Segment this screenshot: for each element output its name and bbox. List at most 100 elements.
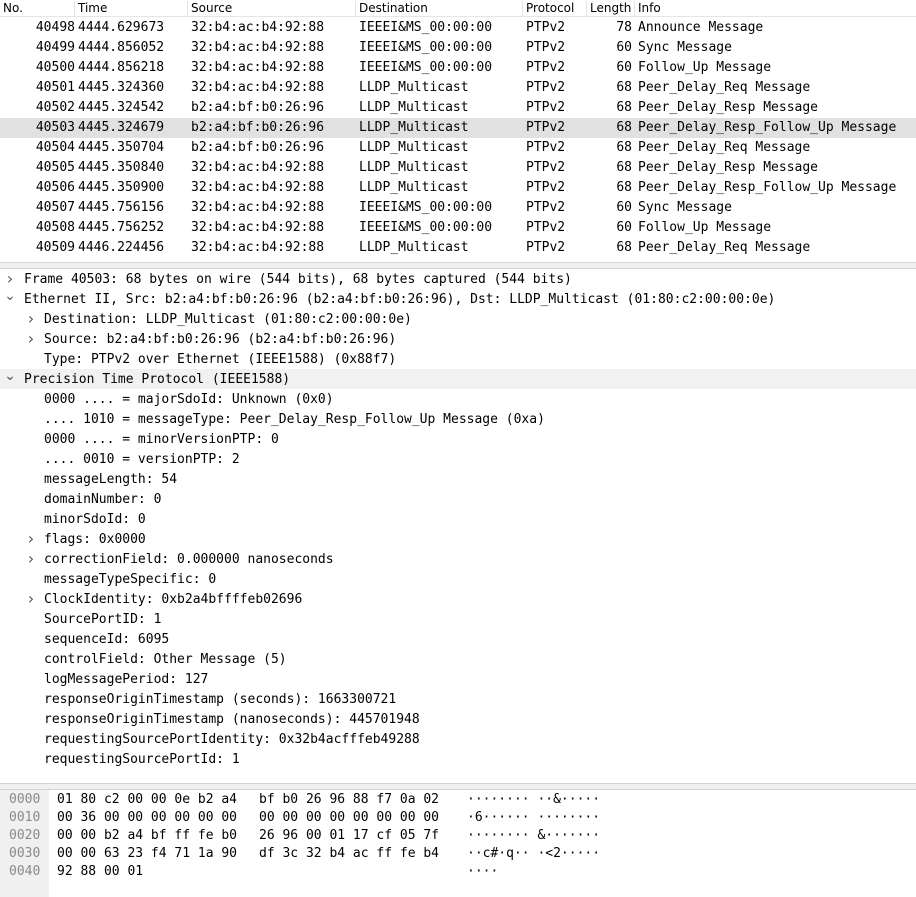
packet-source: b2:a4:bf:b0:26:96: [191, 100, 325, 115]
packet-row[interactable]: 40503 4445.324679 b2:a4:bf:b0:26:96 LLDP_Mu…: [0, 118, 916, 138]
detail-tree-label: requestingSourcePortId: 1: [44, 752, 240, 767]
hex-row[interactable]: 0020 00 00 b2 a4 bf ff fe b0 26 96 00 01 1…: [0, 827, 916, 845]
pane-splitter-top[interactable]: [0, 262, 916, 269]
hex-row[interactable]: 0030 00 00 63 23 f4 71 1a 90 df 3c 32 b4 a…: [0, 845, 916, 863]
detail-tree-item[interactable]: responseOriginTimestamp (seconds): 16633…: [0, 689, 916, 709]
packet-row[interactable]: 40501 4445.324360 32:b4:ac:b4:92:88 LLDP_Mu…: [0, 78, 916, 98]
detail-tree-item[interactable]: Type: PTPv2 over Ethernet (IEEE1588) (0x…: [0, 349, 916, 369]
packet-no: 40504: [35, 140, 75, 155]
detail-tree-item[interactable]: requestingSourcePortIdentity: 0x32b4acff…: [0, 729, 916, 749]
packet-source: b2:a4:bf:b0:26:96: [191, 120, 325, 135]
detail-tree-item[interactable]: › flags: 0x0000: [0, 529, 916, 549]
packet-info: Peer_Delay_Req Message: [638, 240, 811, 255]
packet-protocol: PTPv2: [526, 120, 566, 135]
chevron-down-icon[interactable]: ⌄: [4, 289, 16, 303]
detail-tree-label: 0000 .... = minorVersionPTP: 0: [44, 432, 279, 447]
detail-tree-item[interactable]: messageLength: 54: [0, 469, 916, 489]
chevron-right-icon[interactable]: ›: [25, 529, 37, 548]
packet-row[interactable]: 40508 4445.756252 32:b4:ac:b4:92:88 IEEEI&M…: [0, 218, 916, 238]
detail-tree-item[interactable]: controlField: Other Message (5): [0, 649, 916, 669]
packet-destination: IEEEI&MS_00:00:00: [359, 20, 493, 35]
packet-time: 4445.756252: [78, 220, 165, 235]
packet-row[interactable]: 40499 4444.856052 32:b4:ac:b4:92:88 IEEEI&M…: [0, 38, 916, 58]
packet-row[interactable]: 40498 4444.629673 32:b4:ac:b4:92:88 IEEEI&M…: [0, 18, 916, 38]
column-header-protocol[interactable]: Protocol: [523, 1, 587, 17]
chevron-right-icon[interactable]: ›: [25, 309, 37, 328]
packet-row[interactable]: 40500 4444.856218 32:b4:ac:b4:92:88 IEEEI&M…: [0, 58, 916, 78]
packet-row[interactable]: 40506 4445.350900 32:b4:ac:b4:92:88 LLDP_Mu…: [0, 178, 916, 198]
detail-tree-label: Frame 40503: 68 bytes on wire (544 bits)…: [24, 272, 572, 287]
packet-row[interactable]: 40504 4445.350704 b2:a4:bf:b0:26:96 LLDP_Mu…: [0, 138, 916, 158]
detail-tree-item[interactable]: minorSdoId: 0: [0, 509, 916, 529]
detail-tree-item[interactable]: 0000 .... = minorVersionPTP: 0: [0, 429, 916, 449]
detail-tree-label: responseOriginTimestamp (seconds): 16633…: [44, 692, 397, 707]
detail-tree-label: Type: PTPv2 over Ethernet (IEEE1588) (0x…: [44, 352, 397, 367]
packet-protocol: PTPv2: [526, 40, 566, 55]
chevron-right-icon[interactable]: ›: [25, 549, 37, 568]
packet-list-pane[interactable]: No. Time Source Destination Protocol Len…: [0, 0, 916, 262]
detail-tree-item[interactable]: .... 0010 = versionPTP: 2: [0, 449, 916, 469]
hex-row[interactable]: 0010 00 36 00 00 00 00 00 00 00 00 00 00 0…: [0, 809, 916, 827]
column-header-destination[interactable]: Destination: [356, 1, 523, 17]
detail-tree-item[interactable]: SourcePortID: 1: [0, 609, 916, 629]
detail-tree-item[interactable]: domainNumber: 0: [0, 489, 916, 509]
packet-row[interactable]: 40502 4445.324542 b2:a4:bf:b0:26:96 LLDP_Mu…: [0, 98, 916, 118]
column-header-info[interactable]: Info: [635, 1, 916, 17]
detail-tree-label: correctionField: 0.000000 nanoseconds: [44, 552, 334, 567]
detail-tree-item[interactable]: requestingSourcePortId: 1: [0, 749, 916, 769]
hex-bytes-first-half: 01 80 c2 00 00 0e b2 a4: [57, 792, 238, 807]
detail-tree-item[interactable]: › Source: b2:a4:bf:b0:26:96 (b2:a4:bf:b0:…: [0, 329, 916, 349]
packet-row[interactable]: 40509 4446.224456 32:b4:ac:b4:92:88 LLDP_Mu…: [0, 238, 916, 258]
packet-rows: 40498 4444.629673 32:b4:ac:b4:92:88 IEEEI&M…: [0, 18, 916, 258]
detail-tree-item[interactable]: › correctionField: 0.000000 nanoseconds: [0, 549, 916, 569]
packet-protocol: PTPv2: [526, 180, 566, 195]
hex-offset: 0040: [9, 864, 41, 879]
packet-protocol: PTPv2: [526, 100, 566, 115]
packet-source: 32:b4:ac:b4:92:88: [191, 220, 325, 235]
packet-bytes-pane[interactable]: 0000 01 80 c2 00 00 0e b2 a4 bf b0 26 96 8…: [0, 790, 916, 897]
detail-tree-item[interactable]: .... 1010 = messageType: Peer_Delay_Resp…: [0, 409, 916, 429]
detail-tree-label: Source: b2:a4:bf:b0:26:96 (b2:a4:bf:b0:2…: [44, 332, 397, 347]
hex-row[interactable]: 0040 92 88 00 01 ····: [0, 863, 916, 881]
chevron-right-icon[interactable]: ›: [4, 269, 16, 288]
packet-no: 40507: [35, 200, 75, 215]
packet-row[interactable]: 40505 4445.350840 32:b4:ac:b4:92:88 LLDP_Mu…: [0, 158, 916, 178]
packet-protocol: PTPv2: [526, 240, 566, 255]
packet-info: Follow_Up Message: [638, 220, 772, 235]
chevron-down-icon[interactable]: ⌄: [4, 369, 16, 383]
detail-tree-item[interactable]: responseOriginTimestamp (nanoseconds): 4…: [0, 709, 916, 729]
detail-tree-item[interactable]: logMessagePeriod: 127: [0, 669, 916, 689]
detail-tree-item[interactable]: sequenceId: 6095: [0, 629, 916, 649]
packet-length: 68: [616, 80, 632, 95]
hex-bytes-first-half: 00 00 63 23 f4 71 1a 90: [57, 846, 238, 861]
chevron-right-icon[interactable]: ›: [25, 589, 37, 608]
detail-tree-item[interactable]: › Destination: LLDP_Multicast (01:80:c2:0…: [0, 309, 916, 329]
packet-no: 40509: [35, 240, 75, 255]
packet-info: Sync Message: [638, 40, 732, 55]
packet-protocol: PTPv2: [526, 160, 566, 175]
pane-splitter-bottom[interactable]: [0, 783, 916, 790]
packet-destination: LLDP_Multicast: [359, 160, 469, 175]
column-header-source[interactable]: Source: [188, 1, 356, 17]
hex-row[interactable]: 0000 01 80 c2 00 00 0e b2 a4 bf b0 26 96 8…: [0, 791, 916, 809]
packet-details-pane[interactable]: › Frame 40503: 68 bytes on wire (544 bits…: [0, 269, 916, 783]
packet-time: 4444.856218: [78, 60, 165, 75]
column-header-time[interactable]: Time: [75, 1, 188, 17]
detail-tree-label: controlField: Other Message (5): [44, 652, 287, 667]
detail-tree-label: minorSdoId: 0: [44, 512, 146, 527]
detail-tree-item[interactable]: ⌄ Precision Time Protocol (IEEE1588): [0, 369, 916, 389]
detail-tree-item[interactable]: › Frame 40503: 68 bytes on wire (544 bits…: [0, 269, 916, 289]
packet-time: 4445.324679: [78, 120, 165, 135]
packet-no: 40505: [35, 160, 75, 175]
detail-tree-item[interactable]: › ClockIdentity: 0xb2a4bffffeb02696: [0, 589, 916, 609]
packet-time: 4445.350840: [78, 160, 165, 175]
detail-tree-item[interactable]: 0000 .... = majorSdoId: Unknown (0x0): [0, 389, 916, 409]
detail-tree-item[interactable]: ⌄ Ethernet II, Src: b2:a4:bf:b0:26:96 (b2…: [0, 289, 916, 309]
packet-source: 32:b4:ac:b4:92:88: [191, 200, 325, 215]
packet-row[interactable]: 40507 4445.756156 32:b4:ac:b4:92:88 IEEEI&M…: [0, 198, 916, 218]
chevron-right-icon[interactable]: ›: [25, 329, 37, 348]
column-header-length[interactable]: Length: [587, 1, 635, 17]
detail-tree-item[interactable]: messageTypeSpecific: 0: [0, 569, 916, 589]
hex-ascii: ········ &·······: [467, 828, 601, 843]
column-header-no[interactable]: No.: [0, 1, 75, 17]
